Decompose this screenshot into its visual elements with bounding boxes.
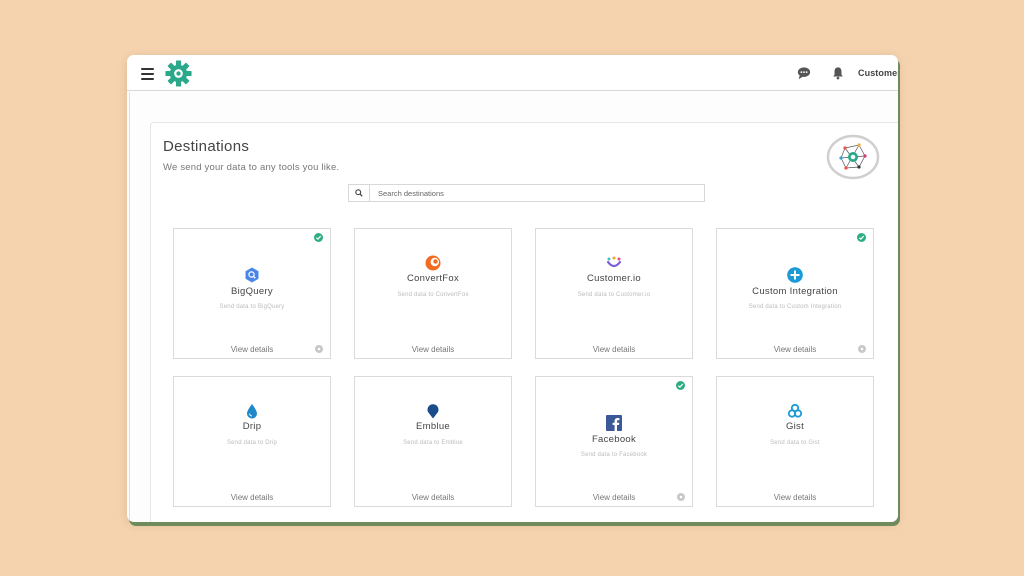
card-description: Send data to ConvertFox — [397, 292, 469, 298]
convertfox-icon — [425, 255, 441, 271]
card-title: Emblue — [415, 421, 450, 432]
view-details-link[interactable]: View details — [717, 345, 873, 354]
search-button[interactable] — [349, 185, 370, 201]
card-title: Drip — [242, 421, 262, 432]
gist-icon — [787, 403, 803, 418]
hamburger-menu-icon[interactable] — [141, 68, 154, 80]
gear-icon[interactable] — [858, 345, 866, 353]
destination-card-facebook[interactable]: Facebook Send data to Facebook View deta… — [535, 376, 693, 507]
card-title: Customer.io — [587, 273, 641, 284]
destination-card-emblue[interactable]: Emblue Send data to Emblue View details — [354, 376, 512, 507]
top-bar: CustomerLabs — [127, 55, 898, 91]
destination-card-custom-integration[interactable]: Custom Integration Send data to Custom I… — [716, 228, 874, 359]
bell-icon[interactable] — [831, 66, 845, 80]
page-subtitle: We send your data to any tools you like. — [163, 162, 340, 173]
card-description: Send data to Emblue — [403, 440, 463, 446]
check-circle-icon — [676, 381, 685, 390]
view-details-link[interactable]: View details — [717, 493, 873, 502]
brand-gear-logo[interactable] — [164, 59, 193, 88]
destination-card-gist[interactable]: Gist Send data to Gist View details — [716, 376, 874, 507]
card-title: Gist — [785, 421, 805, 432]
view-details-link[interactable]: View details — [174, 493, 330, 502]
card-title: Facebook — [591, 434, 637, 445]
bigquery-icon — [245, 267, 259, 283]
card-title: BigQuery — [230, 286, 273, 297]
card-description: Send data to Drip — [226, 440, 278, 446]
search-bar — [348, 184, 705, 202]
emblue-icon — [427, 404, 439, 419]
gear-icon[interactable] — [315, 345, 323, 353]
card-title: ConvertFox — [406, 273, 460, 284]
card-description: Send data to BigQuery — [219, 304, 285, 310]
user-name[interactable]: CustomerLabs — [858, 68, 898, 78]
top-right-actions: CustomerLabs — [797, 55, 898, 91]
destination-card-customerio[interactable]: Customer.io Send data to Customer.io Vie… — [535, 228, 693, 359]
search-icon — [355, 189, 363, 197]
app-window: CustomerLabs Destinations We send your d… — [127, 55, 898, 522]
drip-icon — [247, 404, 257, 419]
main-panel: Destinations We send your data to any to… — [150, 122, 898, 522]
view-details-link[interactable]: View details — [536, 345, 692, 354]
card-description: Send data to Facebook — [580, 452, 648, 458]
check-circle-icon — [857, 233, 866, 242]
card-description: Send data to Customer.io — [577, 292, 651, 298]
card-description: Send data to Custom Integration — [748, 304, 842, 310]
search-input[interactable] — [370, 185, 704, 201]
view-details-link[interactable]: View details — [536, 493, 692, 502]
check-circle-icon — [314, 233, 323, 242]
view-details-link[interactable]: View details — [355, 493, 511, 502]
customerio-icon — [606, 256, 622, 268]
destination-card-convertfox[interactable]: ConvertFox Send data to ConvertFox View … — [354, 228, 512, 359]
card-description: Send data to Gist — [770, 440, 820, 446]
facebook-icon — [606, 415, 622, 431]
plus-circle-icon — [787, 267, 803, 283]
page-title: Destinations — [163, 138, 250, 155]
chat-icon[interactable] — [797, 66, 811, 80]
network-badge-icon — [826, 134, 880, 180]
destination-card-bigquery[interactable]: BigQuery Send data to BigQuery View deta… — [173, 228, 331, 359]
view-details-link[interactable]: View details — [355, 345, 511, 354]
gear-icon[interactable] — [677, 493, 685, 501]
view-details-link[interactable]: View details — [174, 345, 330, 354]
destination-card-drip[interactable]: Drip Send data to Drip View details — [173, 376, 331, 507]
card-title: Custom Integration — [752, 286, 838, 297]
sidebar-divider — [129, 92, 130, 522]
